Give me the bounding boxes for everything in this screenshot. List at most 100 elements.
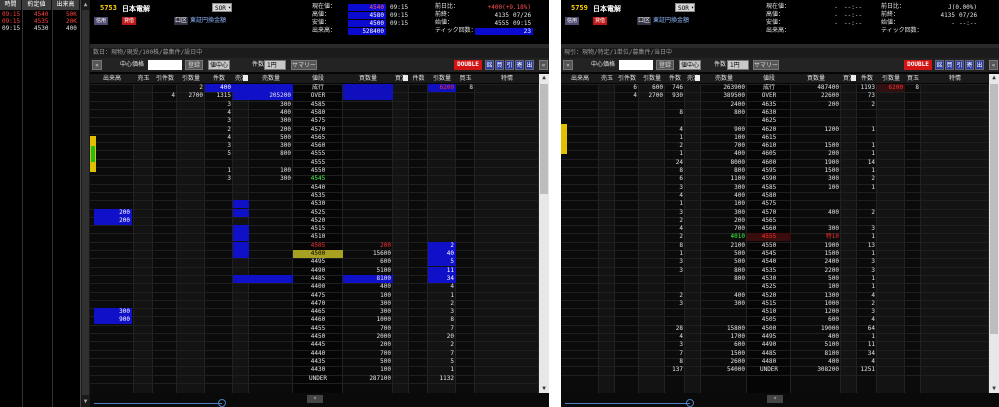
board-cell[interactable]: 4635 — [747, 101, 791, 109]
board-cell[interactable]: 100 — [791, 283, 841, 291]
board-cell[interactable]: 2 — [205, 126, 233, 134]
board-cell[interactable]: 308200 — [791, 366, 841, 374]
collapse-icon[interactable]: « — [563, 60, 573, 70]
board-cell[interactable]: 2 — [665, 142, 685, 150]
board-cell[interactable]: 15800 — [701, 325, 747, 333]
board-cell[interactable]: 1100 — [701, 175, 747, 183]
board-cell[interactable]: 100 — [343, 292, 393, 300]
board-cell[interactable]: 4510 — [293, 233, 343, 241]
board-cell[interactable]: 400 — [791, 358, 841, 366]
board-cell[interactable]: 1 — [857, 142, 877, 150]
scroll-up-icon[interactable]: ▲ — [539, 74, 549, 82]
board-cell[interactable]: 6200 — [428, 84, 456, 92]
board-cell[interactable]: 4565 — [747, 217, 791, 225]
toolbar-icon-button[interactable]: 寄 — [515, 60, 524, 70]
chevron-down-icon[interactable]: ▾ — [228, 4, 234, 12]
board-cell[interactable]: 287100 — [343, 375, 393, 383]
board-cell[interactable]: 300 — [343, 308, 393, 316]
board-cell[interactable]: 800 — [701, 167, 747, 175]
board-cell[interactable]: UNDER — [747, 366, 791, 374]
board-cell[interactable]: 500 — [791, 275, 841, 283]
board-cell[interactable]: 4520 — [293, 217, 343, 225]
board-cell[interactable]: 成行 — [747, 84, 791, 92]
expand-footer-icon[interactable]: ▾ — [767, 395, 783, 403]
board-cell[interactable]: 19000 — [791, 325, 841, 333]
chevron-down-icon[interactable]: ▾ — [691, 4, 697, 12]
board-cell[interactable]: 700 — [343, 325, 393, 333]
board-cell[interactable]: 4555 — [747, 233, 791, 241]
board-cell[interactable]: OVER — [293, 92, 343, 100]
board-cell[interactable]: 4555 — [293, 150, 343, 158]
board-cell[interactable]: 7 — [428, 350, 456, 358]
board-cell[interactable]: 3 — [665, 341, 685, 349]
scroll-down-icon[interactable]: ▼ — [82, 398, 89, 405]
board-cell[interactable]: 4500 — [293, 250, 343, 258]
register-button[interactable]: 登録 — [185, 60, 203, 70]
board-cell[interactable]: 400 — [701, 292, 747, 300]
board-cell[interactable]: 4505 — [293, 242, 343, 250]
volume-cell[interactable]: 300 — [94, 308, 132, 316]
board-cell[interactable]: 3 — [665, 267, 685, 275]
board-cell[interactable]: 4465 — [293, 308, 343, 316]
board-cell[interactable]: 4515 — [293, 225, 343, 233]
board-cell[interactable]: 特10 — [791, 233, 841, 241]
board-cell[interactable]: 100 — [701, 200, 747, 208]
board-cell[interactable]: 600 — [791, 316, 841, 324]
board-cell[interactable]: 4450 — [293, 333, 343, 341]
board-cell[interactable]: 8 — [428, 316, 456, 324]
board-cell[interactable]: 6200 — [877, 84, 905, 92]
board-cell[interactable]: 1200 — [791, 308, 841, 316]
board-cell[interactable]: 4 — [665, 126, 685, 134]
board-cell[interactable]: 4475 — [293, 292, 343, 300]
board-cell[interactable]: 100 — [249, 167, 293, 175]
board-cell[interactable]: 4600 — [747, 159, 791, 167]
board-cell[interactable]: 600 — [701, 341, 747, 349]
board-cell[interactable]: 400 — [791, 333, 841, 341]
toolbar-icon-button[interactable]: 出 — [525, 60, 534, 70]
board-cell[interactable]: 3 — [857, 225, 877, 233]
board-cell[interactable]: OVER — [747, 92, 791, 100]
board-scrollbar[interactable]: ▲ ▼ — [989, 74, 999, 393]
sort-icon[interactable] — [243, 75, 248, 81]
board-cell[interactable]: 4440 — [293, 350, 343, 358]
board-cell[interactable]: 4 — [665, 192, 685, 200]
board-cell[interactable]: 2 — [857, 300, 877, 308]
scroll-up-icon[interactable]: ▲ — [989, 74, 999, 82]
board-cell[interactable]: 2 — [428, 300, 456, 308]
board-cell[interactable]: 200 — [791, 150, 841, 158]
scroll-thumb[interactable] — [82, 10, 89, 395]
board-cell[interactable]: 700 — [701, 225, 747, 233]
board-cell[interactable]: 4445 — [293, 341, 343, 349]
board-cell[interactable]: 4585 — [747, 184, 791, 192]
board-cell[interactable]: 40 — [428, 250, 456, 258]
board-cell[interactable]: 500 — [701, 258, 747, 266]
board-cell[interactable]: 1000 — [791, 300, 841, 308]
volume-cell[interactable]: 200 — [94, 217, 132, 225]
board-cell[interactable]: 4590 — [747, 175, 791, 183]
board-cell[interactable]: 205200 — [249, 92, 293, 100]
board-cell[interactable]: 4570 — [747, 209, 791, 217]
scroll-thumb[interactable] — [990, 84, 998, 334]
board-cell[interactable]: 14 — [857, 159, 877, 167]
summary-button[interactable]: サマリー — [291, 60, 317, 70]
board-cell[interactable]: 15600 — [343, 250, 393, 258]
board-cell[interactable]: 4 — [205, 109, 233, 117]
board-cell[interactable]: 2100 — [701, 242, 747, 250]
board-cell[interactable]: 1193 — [857, 84, 877, 92]
board-cell[interactable]: 2 — [857, 101, 877, 109]
board-cell[interactable]: 1 — [857, 275, 877, 283]
board-cell[interactable]: 400 — [791, 209, 841, 217]
expand-icon[interactable]: « — [989, 60, 998, 70]
board-cell[interactable]: 400 — [343, 283, 393, 291]
board-cell[interactable]: 900 — [701, 126, 747, 134]
toolbar-icon-button[interactable]: 引 — [955, 60, 964, 70]
board-cell[interactable]: 1 — [428, 292, 456, 300]
board-cell[interactable]: 600 — [343, 258, 393, 266]
sort-icon[interactable] — [695, 75, 700, 81]
board-cell[interactable]: 2 — [665, 217, 685, 225]
board-cell[interactable]: 500 — [343, 358, 393, 366]
board-cell[interactable]: 4575 — [293, 117, 343, 125]
board-cell[interactable]: 8100 — [343, 275, 393, 283]
board-cell[interactable]: 700 — [343, 350, 393, 358]
board-cell[interactable]: 4560 — [747, 225, 791, 233]
